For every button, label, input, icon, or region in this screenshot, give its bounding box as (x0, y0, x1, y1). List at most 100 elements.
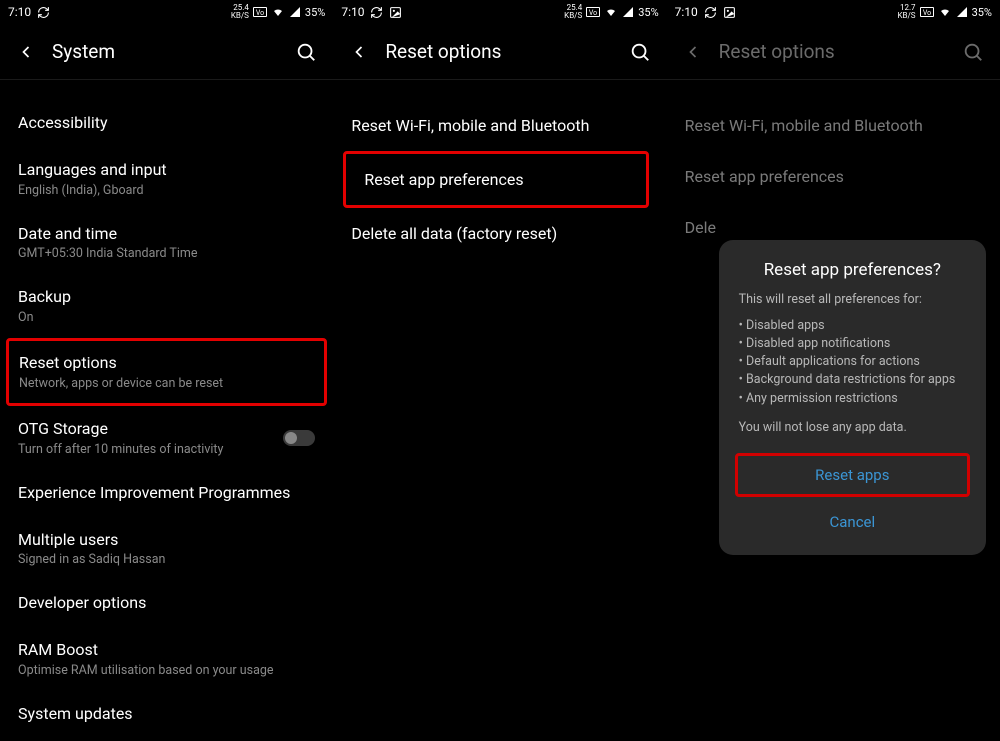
sync-icon (704, 6, 717, 19)
dialog-bullet: Any permission restrictions (739, 390, 966, 408)
item-subtitle: Network, apps or device can be reset (19, 376, 314, 391)
otg-toggle[interactable] (283, 430, 315, 446)
dialog-bullet: Background data restrictions for apps (739, 371, 966, 389)
wifi-icon (604, 6, 618, 18)
status-time: 7:10 (675, 5, 698, 19)
dialog-note: You will not lose any app data. (739, 420, 966, 435)
item-title: Developer options (18, 593, 315, 614)
status-time: 7:10 (8, 5, 31, 19)
item-otg-storage[interactable]: OTG Storage Turn off after 10 minutes of… (0, 406, 333, 470)
item-subtitle: Optimise RAM utilisation based on your u… (18, 663, 315, 678)
header-reset-dimmed: Reset options (667, 24, 1000, 80)
item-languages[interactable]: Languages and input English (India), Gbo… (0, 147, 333, 211)
header-reset: Reset options (333, 24, 666, 80)
status-bar: 7:10 25.4KB/S Vo 35% (333, 0, 666, 24)
dialog-bullet: Disabled app notifications (739, 335, 966, 353)
item-date-time[interactable]: Date and time GMT+05:30 India Standard T… (0, 211, 333, 275)
item-subtitle: On (18, 310, 315, 325)
back-icon[interactable] (16, 42, 36, 62)
page-title: Reset options (385, 40, 612, 63)
item-multiple-users[interactable]: Multiple users Signed in as Sadiq Hassan (0, 517, 333, 581)
item-title: Dele (685, 218, 716, 237)
dialog-bullets: Disabled apps Disabled app notifications… (739, 317, 966, 408)
item-title: Accessibility (18, 113, 315, 134)
item-title: Languages and input (18, 160, 315, 181)
volte-icon: Vo (253, 7, 267, 17)
item-title: Date and time (18, 224, 315, 245)
search-icon[interactable] (629, 41, 651, 63)
button-label: Cancel (829, 513, 875, 531)
item-reset-options[interactable]: Reset options Network, apps or device ca… (6, 338, 327, 406)
battery-text: 35% (638, 6, 658, 19)
item-title: Delete all data (factory reset) (351, 224, 557, 243)
button-label: Reset apps (815, 466, 889, 484)
item-subtitle: GMT+05:30 India Standard Time (18, 246, 315, 261)
item-subtitle: English (India), Gboard (18, 183, 315, 198)
svg-text:Vo: Vo (922, 9, 930, 17)
item-reset-app-preferences[interactable]: Reset app preferences (343, 151, 648, 208)
reset-list: Reset Wi-Fi, mobile and Bluetooth Reset … (333, 80, 666, 259)
search-icon[interactable] (295, 41, 317, 63)
image-icon (723, 6, 736, 19)
volte-icon: Vo (920, 7, 934, 17)
item-reset-wifi[interactable]: Reset Wi-Fi, mobile and Bluetooth (333, 100, 666, 151)
dialog-bullet: Default applications for actions (739, 353, 966, 371)
item-backup[interactable]: Backup On (0, 274, 333, 338)
svg-text:Vo: Vo (256, 9, 264, 17)
item-accessibility[interactable]: Accessibility (0, 100, 333, 147)
reset-app-preferences-dialog: Reset app preferences? This will reset a… (719, 240, 986, 555)
image-icon (389, 6, 402, 19)
item-title: Reset app preferences (364, 170, 523, 189)
panel-reset-options: 7:10 25.4KB/S Vo 35% Reset options Reset… (333, 0, 666, 741)
item-title: Reset app preferences (685, 167, 844, 186)
battery-text: 35% (305, 6, 325, 19)
page-title: Reset options (719, 40, 946, 63)
dialog-heading: Reset app preferences? (739, 260, 966, 280)
dialog-bullet: Disabled apps (739, 317, 966, 335)
wifi-icon (938, 6, 952, 18)
item-experience-improvement[interactable]: Experience Improvement Programmes (0, 470, 333, 517)
volte-icon: Vo (586, 7, 600, 17)
svg-text:Vo: Vo (589, 9, 597, 17)
status-kbps: 25.4KB/S (231, 4, 249, 20)
item-subtitle: Turn off after 10 minutes of inactivity (18, 442, 223, 457)
item-title: RAM Boost (18, 640, 315, 661)
cancel-button[interactable]: Cancel (739, 503, 966, 541)
status-bar: 7:10 12.7KB/S Vo 35% (667, 0, 1000, 24)
item-subtitle: Signed in as Sadiq Hassan (18, 552, 315, 567)
signal-icon (289, 6, 301, 18)
page-title: System (52, 40, 279, 63)
panel-reset-dialog: 7:10 12.7KB/S Vo 35% Reset options Reset… (667, 0, 1000, 741)
item-title: Multiple users (18, 530, 315, 551)
dialog-lead: This will reset all preferences for: (739, 292, 966, 307)
wifi-icon (271, 6, 285, 18)
item-title: OTG Storage (18, 419, 223, 440)
status-kbps: 12.7KB/S (898, 4, 916, 20)
reset-apps-button[interactable]: Reset apps (735, 453, 970, 497)
item-reset-wifi: Reset Wi-Fi, mobile and Bluetooth (667, 100, 1000, 151)
status-kbps: 25.4KB/S (564, 4, 582, 20)
back-icon[interactable] (349, 42, 369, 62)
item-system-updates[interactable]: System updates (0, 691, 333, 738)
reset-list-dimmed: Reset Wi-Fi, mobile and Bluetooth Reset … (667, 80, 1000, 253)
item-ram-boost[interactable]: RAM Boost Optimise RAM utilisation based… (0, 627, 333, 691)
back-icon (683, 42, 703, 62)
panel-system: 7:10 25.4KB/S Vo 35% System Accessibilit… (0, 0, 333, 741)
status-time: 7:10 (341, 5, 364, 19)
signal-icon (956, 6, 968, 18)
signal-icon (622, 6, 634, 18)
battery-text: 35% (972, 6, 992, 19)
item-factory-reset[interactable]: Delete all data (factory reset) (333, 208, 666, 259)
item-reset-app-preferences: Reset app preferences (667, 151, 1000, 202)
item-developer-options[interactable]: Developer options (0, 580, 333, 627)
item-title: Reset Wi-Fi, mobile and Bluetooth (685, 116, 923, 135)
item-title: System updates (18, 704, 315, 725)
sync-icon (370, 6, 383, 19)
item-title: Reset Wi-Fi, mobile and Bluetooth (351, 116, 589, 135)
item-title: Reset options (19, 353, 314, 374)
sync-icon (37, 6, 50, 19)
search-icon (962, 41, 984, 63)
item-title: Experience Improvement Programmes (18, 483, 315, 504)
settings-list: Accessibility Languages and input Englis… (0, 80, 333, 738)
status-bar: 7:10 25.4KB/S Vo 35% (0, 0, 333, 24)
